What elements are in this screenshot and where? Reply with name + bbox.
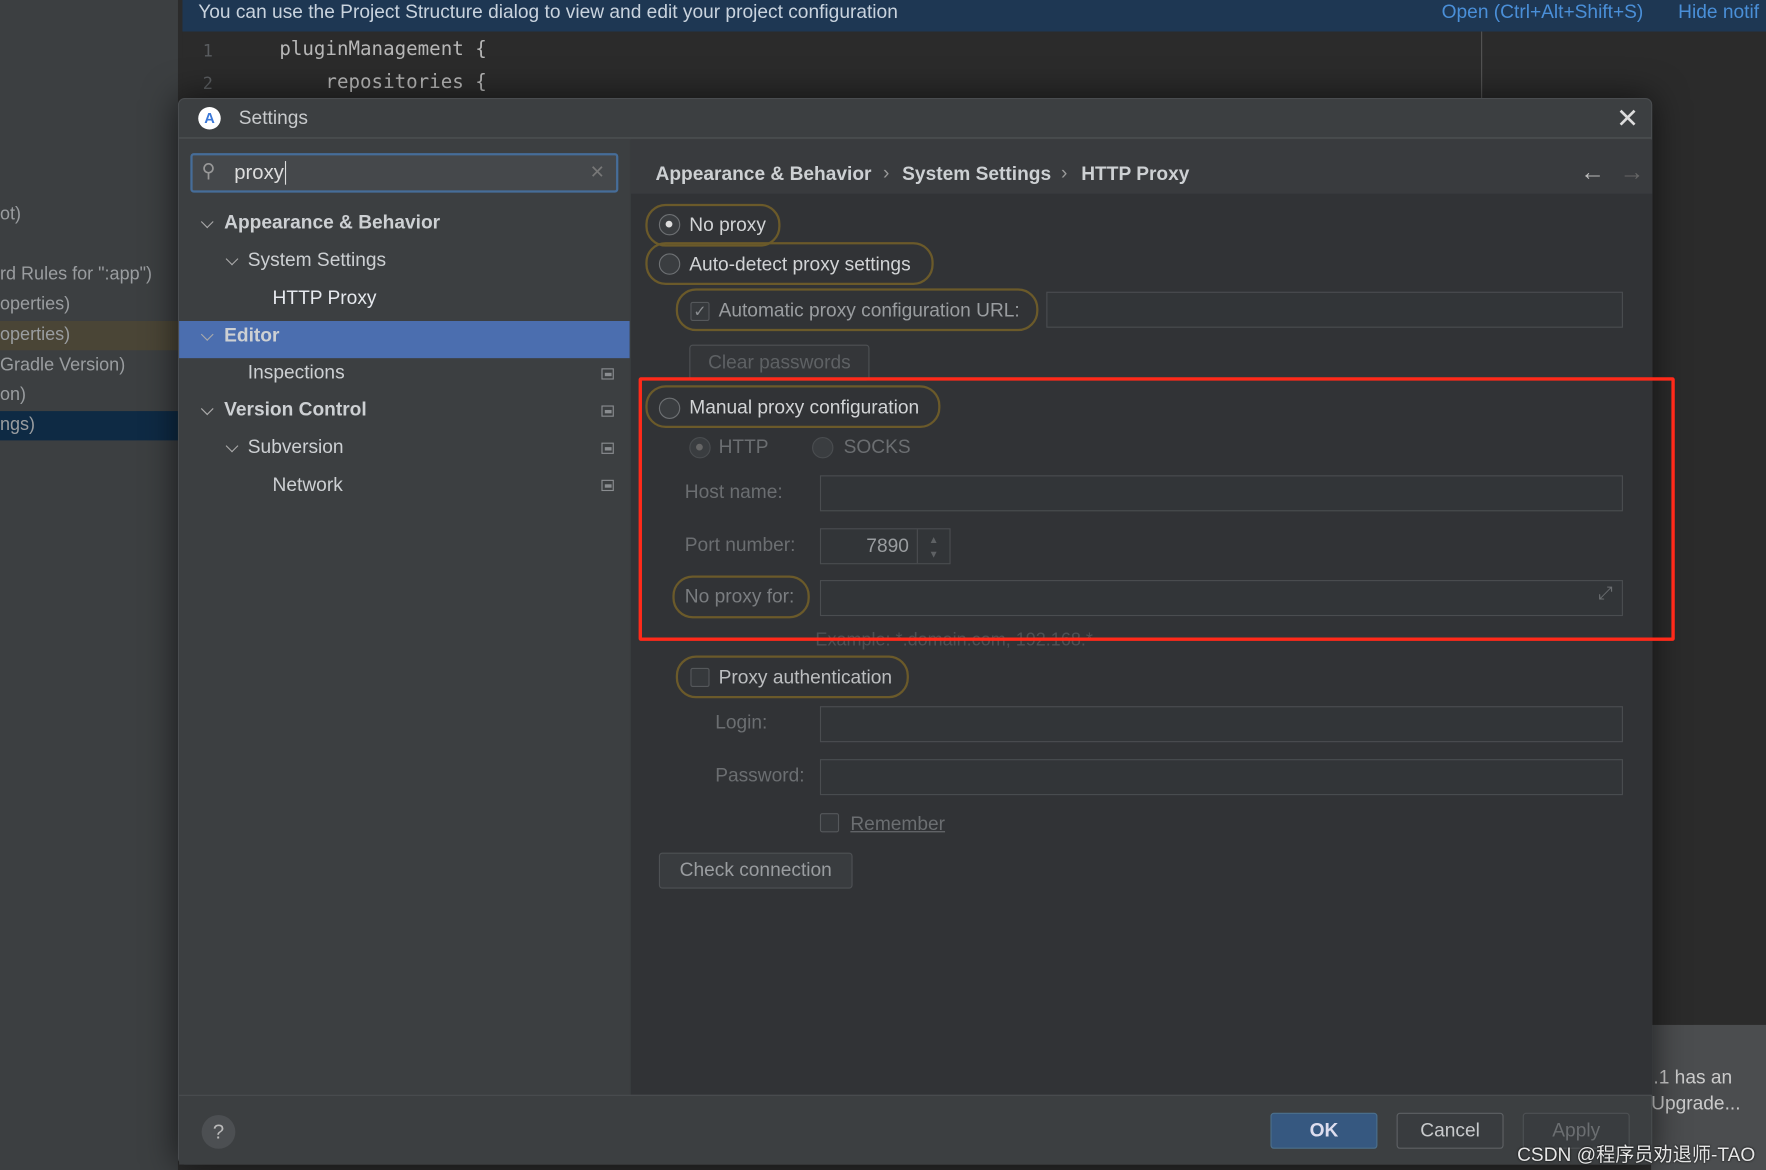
cancel-button[interactable]: Cancel [1396,1112,1504,1149]
auto-detect-label[interactable]: Auto-detect proxy settings [689,253,910,276]
banner-text: You can use the Project Structure dialog… [198,1,898,23]
search-icon: ⚲ [201,159,216,182]
tree-item-editor[interactable]: Editor [224,324,279,347]
dialog-title: Settings [238,106,308,129]
tree-item-inspections[interactable]: Inspections [248,362,345,385]
line-number: 1 [202,40,213,61]
project-level-icon [601,405,614,417]
annotation-highlight-box [638,377,1675,641]
code-line: repositories { [279,70,487,94]
bg-item: Gradle Version) [0,355,126,376]
project-level-icon [601,442,614,454]
back-arrow-icon[interactable]: ← [1580,158,1605,187]
tree-item-version-control[interactable]: Version Control [224,399,367,422]
bg-item: operties) [0,295,71,315]
search-value: proxy [234,161,287,185]
open-project-structure-link[interactable]: Open (Ctrl+Alt+Shift+S) [1442,0,1644,25]
clear-passwords-button[interactable]: Clear passwords [689,344,870,381]
notification-text: Upgrade... [1651,1092,1741,1114]
notification-banner: You can use the Project Structure dialog… [182,0,1766,32]
remember-checkbox[interactable] [819,813,840,833]
password-input[interactable] [819,759,1623,796]
bg-item: operties) [0,325,71,345]
auto-url-label: Automatic proxy configuration URL: [718,299,1020,321]
dialog-footer: ? OK Cancel Apply [179,1094,1652,1165]
login-label: Login: [715,711,768,734]
project-level-icon [601,368,614,380]
breadcrumb-item: HTTP Proxy [1081,163,1190,185]
dialog-title-bar: A Settings ✕ [179,99,1652,139]
search-input[interactable]: ⚲ proxy ✕ [190,153,619,193]
bg-item: ngs) [0,415,36,435]
check-connection-button[interactable]: Check connection [658,852,853,889]
breadcrumb: Appearance & Behavior › System Settings … [630,139,1653,194]
remember-label: Remember [850,813,946,835]
notification-text: .1 has an [1653,1066,1733,1088]
tree-item-appearance-behavior[interactable]: Appearance & Behavior [224,212,440,235]
breadcrumb-separator-icon: › [1060,162,1068,184]
auto-url-checkbox[interactable]: ✓ [690,301,710,321]
code-line: pluginManagement { [279,38,487,61]
tree-item-network[interactable]: Network [273,474,343,497]
tree-item-http-proxy[interactable]: HTTP Proxy [273,287,377,310]
hide-notification-link[interactable]: Hide notif [1678,0,1759,25]
login-input[interactable] [819,706,1623,743]
tree-item-system-settings[interactable]: System Settings [248,249,386,272]
watermark: CSDN @程序员劝退师-TAO [1517,1144,1756,1166]
tree-item-subversion[interactable]: Subversion [248,436,344,459]
proxy-auth-checkbox[interactable] [690,667,710,688]
breadcrumb-item: Appearance & Behavior [655,163,872,185]
bg-item: rd Rules for ":app") [0,264,153,284]
chevron-down-icon[interactable] [200,215,214,229]
help-button[interactable]: ? [201,1115,236,1149]
no-proxy-radio[interactable] [658,213,681,236]
line-number: 2 [202,73,213,94]
breadcrumb-separator-icon: › [883,162,890,184]
clear-search-icon[interactable]: ✕ [590,161,605,184]
breadcrumb-item: System Settings [902,163,1052,185]
proxy-auth-label[interactable]: Proxy authentication [719,667,892,690]
chevron-down-icon[interactable] [200,402,214,416]
close-icon[interactable]: ✕ [1616,102,1639,135]
settings-sidebar: ⚲ proxy ✕ Appearance & Behavior System S… [179,139,630,1095]
bg-item: on) [0,385,27,405]
project-level-icon [601,479,614,492]
android-studio-icon: A [198,106,221,130]
chevron-down-icon[interactable] [225,252,239,266]
forward-arrow-icon[interactable]: → [1620,158,1645,187]
background-project-panel: ot) rd Rules for ":app") operties) opert… [0,0,178,1170]
chevron-down-icon[interactable] [225,439,239,453]
no-proxy-label[interactable]: No proxy [689,214,766,237]
auto-detect-radio[interactable] [658,253,681,275]
bg-item: ot) [0,204,22,225]
password-label: Password: [715,764,805,787]
ok-button[interactable]: OK [1270,1112,1378,1149]
auto-url-input[interactable] [1046,291,1623,328]
code-editor[interactable]: 1 pluginManagement { 2 repositories { [182,31,1482,102]
